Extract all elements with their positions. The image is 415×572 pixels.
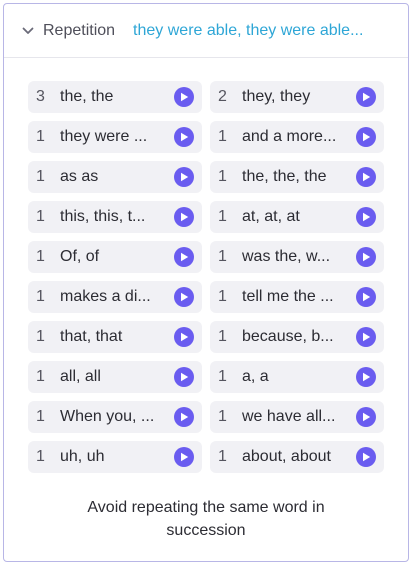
repetition-count: 1 (36, 328, 45, 345)
play-icon[interactable] (174, 87, 194, 107)
repetition-chip[interactable]: 1 at, at, at (210, 201, 384, 233)
repetition-chip[interactable]: 1 was the, w... (210, 241, 384, 273)
repetition-phrase: Of, of (60, 248, 100, 265)
play-icon[interactable] (356, 127, 376, 147)
repetition-phrase: makes a di... (60, 288, 151, 305)
repetition-chip[interactable]: 1 and a more... (210, 121, 384, 153)
repetition-chip[interactable]: 1 that, that (28, 321, 202, 353)
repetition-count: 1 (218, 248, 227, 265)
repetition-count: 1 (36, 368, 45, 385)
repetition-panel: Repetition they were able, they were abl… (3, 3, 409, 562)
play-icon[interactable] (174, 447, 194, 467)
repetition-chip[interactable]: 1 makes a di... (28, 281, 202, 313)
play-icon[interactable] (174, 127, 194, 147)
repetition-chip[interactable]: 1 tell me the ... (210, 281, 384, 313)
repetition-chip[interactable]: 1 Of, of (28, 241, 202, 273)
play-icon[interactable] (174, 407, 194, 427)
repetition-phrase: When you, ... (60, 408, 155, 425)
repetition-chip[interactable]: 1 as as (28, 161, 202, 193)
repetition-count: 1 (36, 408, 45, 425)
play-icon[interactable] (356, 87, 376, 107)
repetition-chip[interactable]: 1 uh, uh (28, 441, 202, 473)
repetition-count: 2 (218, 88, 227, 105)
repetition-phrase: all, all (60, 368, 101, 385)
repetition-phrase: was the, w... (242, 248, 331, 265)
repetition-phrase: they, they (242, 88, 311, 105)
repetition-summary: they were able, they were able... (133, 21, 364, 39)
repetition-chip[interactable]: 1 this, this, t... (28, 201, 202, 233)
play-icon[interactable] (356, 367, 376, 387)
repetition-count: 1 (36, 448, 45, 465)
repetition-chip[interactable]: 1 a, a (210, 361, 384, 393)
repetition-chip[interactable]: 1 the, the, the (210, 161, 384, 193)
repetition-chip[interactable]: 1 When you, ... (28, 401, 202, 433)
play-icon[interactable] (174, 207, 194, 227)
repetition-phrase: they were ... (60, 128, 148, 145)
hint-text: Avoid repeating the same word in success… (4, 496, 408, 542)
repetition-phrase: as as (60, 168, 99, 185)
chevron-down-icon[interactable] (21, 24, 35, 38)
repetition-chip[interactable]: 1 they were ... (28, 121, 202, 153)
repetition-count: 1 (218, 168, 227, 185)
repetition-chip[interactable]: 2 they, they (210, 81, 384, 113)
panel-title: Repetition (43, 21, 116, 39)
repetition-count: 1 (218, 368, 227, 385)
repetition-phrase: and a more... (242, 128, 337, 145)
repetition-count: 1 (218, 328, 227, 345)
repetition-count: 1 (36, 288, 45, 305)
repetition-count: 1 (36, 208, 45, 225)
repetition-chip[interactable]: 3 the, the (28, 81, 202, 113)
play-icon[interactable] (356, 447, 376, 467)
play-icon[interactable] (174, 167, 194, 187)
play-icon[interactable] (356, 287, 376, 307)
repetition-chip[interactable]: 1 all, all (28, 361, 202, 393)
play-icon[interactable] (356, 167, 376, 187)
hint-line-1: Avoid repeating the same word in (87, 499, 325, 516)
repetition-phrase: about, about (242, 448, 331, 465)
repetition-phrase: a, a (242, 368, 269, 385)
repetition-chip[interactable]: 1 we have all... (210, 401, 384, 433)
repetition-count: 1 (218, 408, 227, 425)
repetition-count: 1 (36, 168, 45, 185)
repetition-count: 1 (218, 208, 227, 225)
repetition-phrase: we have all... (242, 408, 336, 425)
repetition-phrase: the, the (60, 88, 114, 105)
repetition-count: 1 (36, 128, 45, 145)
repetition-phrase: at, at, at (242, 208, 300, 225)
repetition-count: 1 (218, 128, 227, 145)
repetition-count: 1 (36, 248, 45, 265)
repetition-phrase: because, b... (242, 328, 334, 345)
repetition-grid: 3 the, the 2 they, they 1 they were ... 1 and a… (28, 81, 384, 473)
play-icon[interactable] (356, 247, 376, 267)
repetition-count: 1 (218, 288, 227, 305)
repetition-phrase: tell me the ... (242, 288, 334, 305)
hint-line-2: succession (166, 522, 246, 539)
repetition-phrase: that, that (60, 328, 123, 345)
repetition-count: 3 (36, 88, 45, 105)
repetition-phrase: this, this, t... (60, 208, 146, 225)
repetition-count: 1 (218, 448, 227, 465)
repetition-chip[interactable]: 1 about, about (210, 441, 384, 473)
play-icon[interactable] (174, 327, 194, 347)
panel-header[interactable]: Repetition they were able, they were abl… (4, 4, 408, 58)
repetition-phrase: uh, uh (60, 448, 105, 465)
play-icon[interactable] (174, 247, 194, 267)
repetition-chip[interactable]: 1 because, b... (210, 321, 384, 353)
play-icon[interactable] (174, 287, 194, 307)
play-icon[interactable] (356, 327, 376, 347)
play-icon[interactable] (174, 367, 194, 387)
play-icon[interactable] (356, 407, 376, 427)
repetition-phrase: the, the, the (242, 168, 327, 185)
play-icon[interactable] (356, 207, 376, 227)
